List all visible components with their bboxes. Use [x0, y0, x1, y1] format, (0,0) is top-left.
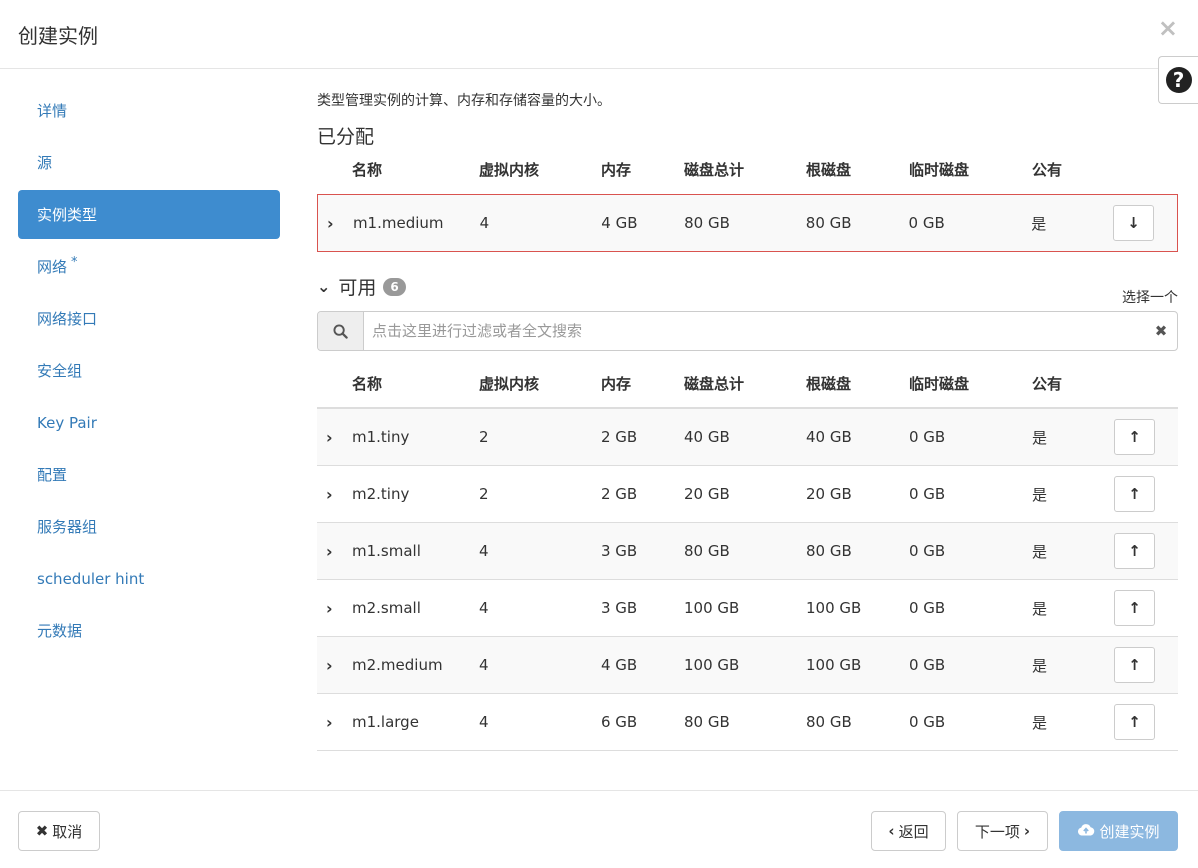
- available-count-badge: 6: [383, 277, 406, 296]
- available-heading: 可用: [338, 277, 377, 299]
- allocated-row: › m1.medium 4 4 GB 80 GB 80 GB 0 GB 是 ↓: [317, 194, 1178, 252]
- table-row: › m1.small 4 3 GB 80 GB 80 GB 0 GB 是 ↑: [317, 523, 1178, 580]
- nav-item-server-groups[interactable]: 服务器组: [18, 502, 280, 551]
- allocate-button[interactable]: ↑: [1114, 590, 1155, 626]
- table-row: › m1.large 4 6 GB 80 GB 80 GB 0 GB 是 ↑: [317, 694, 1178, 751]
- flavor-panel: 类型管理实例的计算、内存和存储容量的大小。 已分配 名称 虚拟内核 内存 磁盘总…: [317, 86, 1178, 751]
- chevron-down-icon[interactable]: ⌄: [317, 277, 330, 296]
- back-button[interactable]: ‹ 返回: [871, 811, 946, 851]
- chevron-right-icon[interactable]: ›: [326, 599, 333, 618]
- col-header-ram[interactable]: 内存: [601, 373, 684, 394]
- chevron-right-icon[interactable]: ›: [326, 656, 333, 675]
- allocate-button[interactable]: ↑: [1114, 647, 1155, 683]
- nav-item-key-pair[interactable]: Key Pair: [18, 398, 280, 447]
- col-header-ram[interactable]: 内存: [601, 159, 684, 180]
- nav-item-scheduler-hints[interactable]: scheduler hint: [18, 554, 280, 603]
- allocated-table-header: 名称 虚拟内核 内存 磁盘总计 根磁盘 临时磁盘 公有: [317, 149, 1178, 189]
- arrow-up-icon: ↑: [1128, 542, 1141, 560]
- close-icon: ✖: [35, 822, 49, 840]
- nav-item-source[interactable]: 源: [18, 138, 280, 187]
- col-header-name[interactable]: 名称: [352, 159, 479, 180]
- required-marker: *: [71, 255, 78, 270]
- close-icon[interactable]: ×: [1158, 14, 1178, 42]
- allocate-button[interactable]: ↑: [1114, 533, 1155, 569]
- chevron-right-icon[interactable]: ›: [327, 214, 334, 233]
- cloud-upload-icon: [1077, 822, 1095, 840]
- nav-item-network-ports[interactable]: 网络接口: [18, 294, 280, 343]
- next-button[interactable]: 下一项 ›: [957, 811, 1048, 851]
- table-row: › m2.medium 4 4 GB 100 GB 100 GB 0 GB 是 …: [317, 637, 1178, 694]
- allocate-button[interactable]: ↑: [1114, 476, 1155, 512]
- chevron-right-icon[interactable]: ›: [326, 428, 333, 447]
- cancel-button[interactable]: ✖ 取消: [18, 811, 100, 851]
- nav-item-security-groups[interactable]: 安全组: [18, 346, 280, 395]
- clear-search-icon[interactable]: ✖: [1145, 312, 1177, 350]
- search-icon: [318, 312, 364, 350]
- nav-item-metadata[interactable]: 元数据: [18, 606, 280, 655]
- pick-one-hint: 选择一个: [1122, 290, 1178, 306]
- table-row: › m2.tiny 2 2 GB 20 GB 20 GB 0 GB 是 ↑: [317, 466, 1178, 523]
- allocate-button[interactable]: ↑: [1114, 419, 1155, 455]
- table-row: › m2.small 4 3 GB 100 GB 100 GB 0 GB 是 ↑: [317, 580, 1178, 637]
- panel-description: 类型管理实例的计算、内存和存储容量的大小。: [317, 93, 611, 109]
- modal-header: 创建实例 ×: [0, 0, 1198, 69]
- col-header-total-disk[interactable]: 磁盘总计: [684, 159, 806, 180]
- col-header-total-disk[interactable]: 磁盘总计: [684, 373, 806, 394]
- col-header-ephemeral-disk[interactable]: 临时磁盘: [909, 373, 1032, 394]
- available-table-header: 名称 虚拟内核 内存 磁盘总计 根磁盘 临时磁盘 公有: [317, 359, 1178, 409]
- col-header-vcpus[interactable]: 虚拟内核: [479, 159, 601, 180]
- arrow-up-icon: ↑: [1128, 656, 1141, 674]
- col-header-root-disk[interactable]: 根磁盘: [806, 373, 909, 394]
- nav-item-details[interactable]: 详情: [18, 86, 280, 135]
- launch-instance-button[interactable]: 创建实例: [1059, 811, 1178, 851]
- chevron-right-icon[interactable]: ›: [326, 485, 333, 504]
- modal-footer: ✖ 取消 ‹ 返回 下一项 › 创建实例: [0, 790, 1198, 868]
- chevron-right-icon: ›: [1023, 822, 1031, 840]
- wizard-nav: 详情 源 实例类型 网络 * 网络接口 安全组 Key Pair 配置 服务器组 …: [18, 86, 280, 658]
- allocate-button[interactable]: ↑: [1114, 704, 1155, 740]
- nav-item-networks[interactable]: 网络 *: [18, 242, 280, 291]
- col-header-name[interactable]: 名称: [352, 373, 479, 394]
- arrow-up-icon: ↑: [1128, 599, 1141, 617]
- available-table-body: › m1.tiny 2 2 GB 40 GB 40 GB 0 GB 是 ↑ › …: [317, 409, 1178, 751]
- col-header-public[interactable]: 公有: [1032, 159, 1114, 180]
- search-bar: ✖: [317, 311, 1178, 351]
- chevron-right-icon[interactable]: ›: [326, 542, 333, 561]
- col-header-ephemeral-disk[interactable]: 临时磁盘: [909, 159, 1032, 180]
- arrow-up-icon: ↑: [1128, 428, 1141, 446]
- available-header: ⌄ 可用 6 选择一个: [317, 273, 1178, 306]
- nav-item-configuration[interactable]: 配置: [18, 450, 280, 499]
- arrow-down-icon: ↓: [1127, 214, 1140, 232]
- allocated-heading: 已分配: [317, 126, 375, 148]
- col-header-root-disk[interactable]: 根磁盘: [806, 159, 909, 180]
- deallocate-button[interactable]: ↓: [1113, 205, 1154, 241]
- col-header-vcpus[interactable]: 虚拟内核: [479, 373, 601, 394]
- modal-title: 创建实例: [18, 24, 98, 48]
- chevron-right-icon[interactable]: ›: [326, 713, 333, 732]
- search-input[interactable]: [364, 312, 1145, 350]
- col-header-public[interactable]: 公有: [1032, 373, 1114, 394]
- table-row: › m1.tiny 2 2 GB 40 GB 40 GB 0 GB 是 ↑: [317, 409, 1178, 466]
- arrow-up-icon: ↑: [1128, 485, 1141, 503]
- nav-item-flavor[interactable]: 实例类型: [18, 190, 280, 239]
- chevron-left-icon: ‹: [888, 822, 895, 840]
- arrow-up-icon: ↑: [1128, 713, 1141, 731]
